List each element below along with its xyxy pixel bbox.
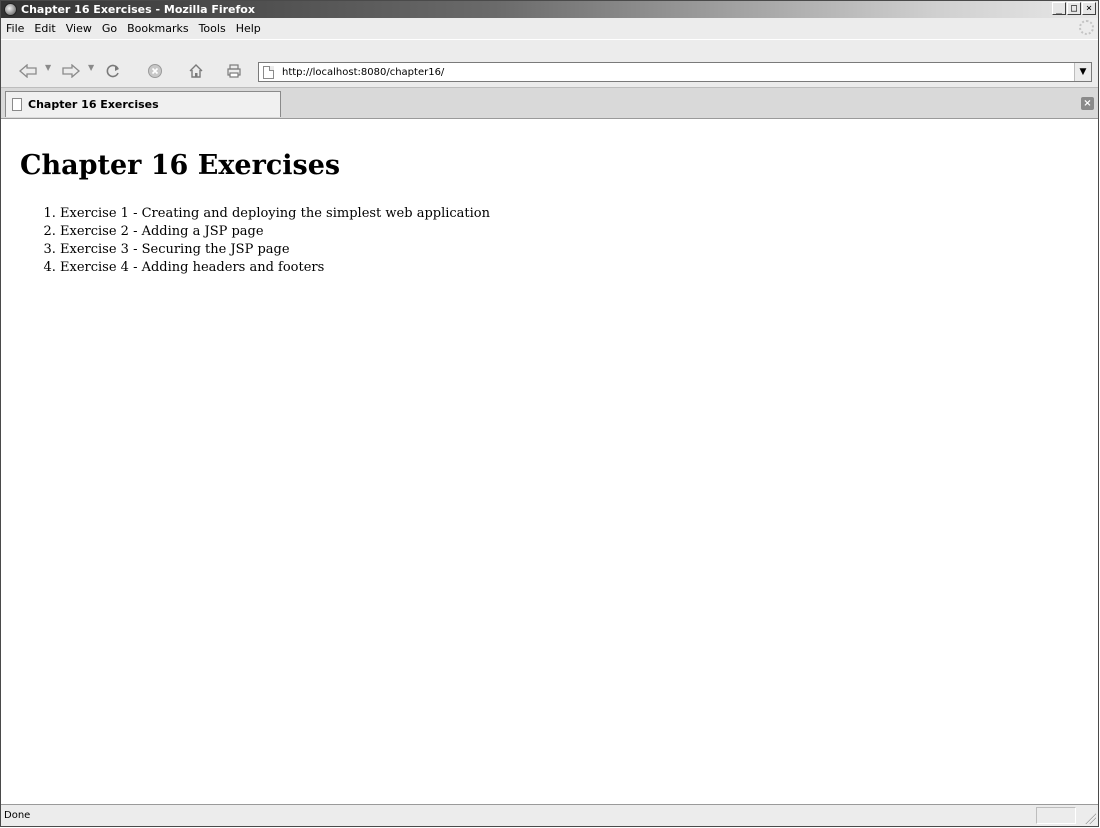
- close-tab-icon[interactable]: ×: [1081, 97, 1094, 110]
- resize-grip-icon[interactable]: [1084, 812, 1096, 824]
- list-item-exercise-1[interactable]: Exercise 1 - Creating and deploying the …: [60, 205, 1079, 223]
- url-bar[interactable]: http://localhost:8080/chapter16/ ▼: [258, 62, 1092, 82]
- menu-bar: File Edit View Go Bookmarks Tools Help: [1, 18, 1098, 39]
- list-item-exercise-2[interactable]: Exercise 2 - Adding a JSP page: [60, 223, 1079, 241]
- back-arrow-svg: [19, 64, 37, 78]
- print-svg: [227, 64, 241, 78]
- back-dropdown-icon[interactable]: ▼: [45, 63, 51, 72]
- page-icon: [12, 98, 22, 111]
- reload-svg: [106, 64, 119, 78]
- forward-arrow-icon[interactable]: [60, 61, 82, 81]
- stop-icon[interactable]: [144, 61, 166, 81]
- navigation-toolbar: ▼ ▼ http://localhost:8080/chapter16/ ▼: [1, 39, 1098, 87]
- page-heading: Chapter 16 Exercises: [20, 150, 341, 181]
- menu-tools[interactable]: Tools: [194, 22, 231, 35]
- status-panel: [1036, 807, 1076, 824]
- forward-arrow-svg: [62, 64, 80, 78]
- title-bar: Chapter 16 Exercises - Mozilla Firefox _…: [1, 1, 1098, 18]
- url-dropdown-icon[interactable]: ▼: [1074, 63, 1091, 81]
- home-icon[interactable]: [185, 61, 207, 81]
- status-text: Done: [4, 810, 31, 821]
- menu-go[interactable]: Go: [97, 22, 122, 35]
- list-item-exercise-4[interactable]: Exercise 4 - Adding headers and footers: [60, 259, 1079, 277]
- menu-bookmarks[interactable]: Bookmarks: [122, 22, 193, 35]
- close-button[interactable]: ×: [1082, 2, 1096, 15]
- print-icon[interactable]: [223, 61, 245, 81]
- home-svg: [189, 64, 203, 78]
- back-arrow-icon[interactable]: [17, 61, 39, 81]
- throbber-icon: [1079, 20, 1094, 35]
- forward-dropdown-icon[interactable]: ▼: [88, 63, 94, 72]
- menu-file[interactable]: File: [1, 22, 29, 35]
- exercise-list: Exercise 1 - Creating and deploying the …: [20, 205, 1079, 277]
- window-title: Chapter 16 Exercises - Mozilla Firefox: [21, 3, 255, 16]
- list-item-exercise-3[interactable]: Exercise 3 - Securing the JSP page: [60, 241, 1079, 259]
- window-controls: _ □ ×: [1052, 2, 1096, 15]
- menu-edit[interactable]: Edit: [29, 22, 60, 35]
- reload-icon[interactable]: [102, 61, 124, 81]
- stop-svg: [148, 64, 162, 78]
- page-content: Chapter 16 Exercises Exercise 1 - Creati…: [1, 119, 1098, 806]
- tab-label: Chapter 16 Exercises: [28, 98, 159, 111]
- url-input[interactable]: http://localhost:8080/chapter16/: [282, 67, 1074, 78]
- maximize-button[interactable]: □: [1067, 2, 1081, 15]
- menu-help[interactable]: Help: [231, 22, 266, 35]
- tab-chapter-16-exercises[interactable]: Chapter 16 Exercises: [5, 91, 281, 117]
- firefox-icon[interactable]: [4, 3, 17, 16]
- page-icon: [263, 65, 274, 79]
- browser-window: Chapter 16 Exercises - Mozilla Firefox _…: [0, 0, 1099, 827]
- menu-view[interactable]: View: [61, 22, 97, 35]
- tab-strip: Chapter 16 Exercises ×: [1, 87, 1098, 119]
- status-bar: Done: [1, 804, 1098, 826]
- minimize-button[interactable]: _: [1052, 2, 1066, 15]
